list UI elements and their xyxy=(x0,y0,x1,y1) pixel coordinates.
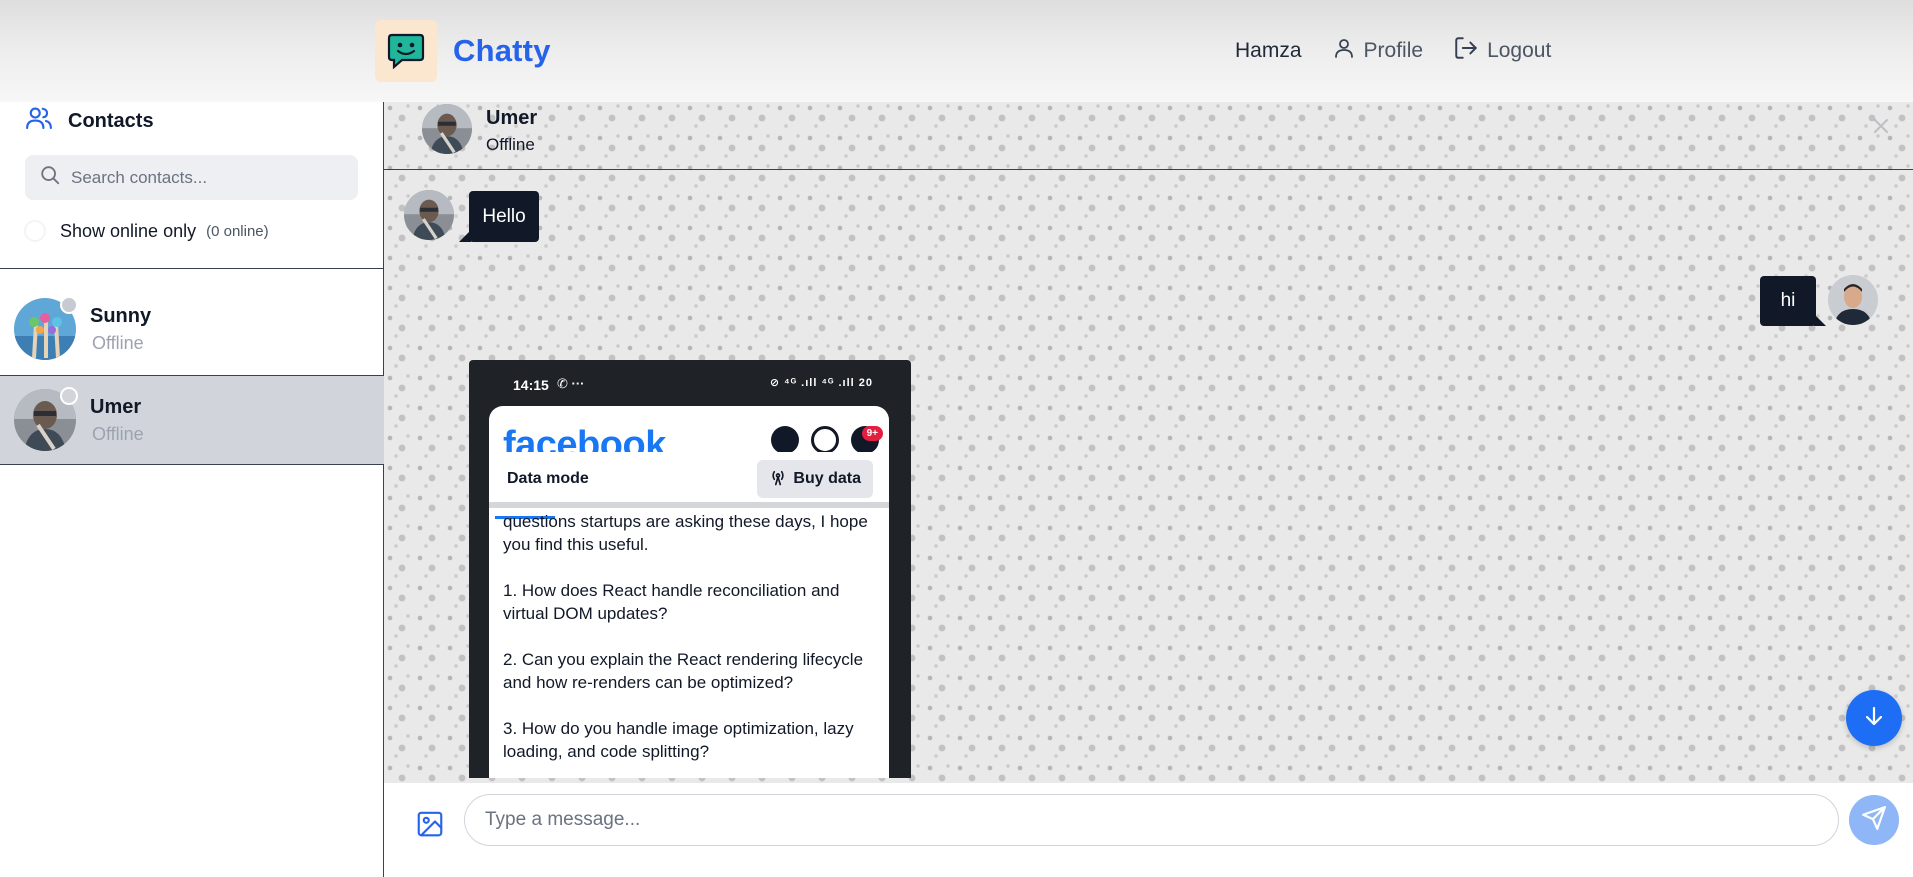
image-upload-icon[interactable] xyxy=(415,809,445,839)
online-only-checkbox[interactable] xyxy=(24,220,46,242)
phone-status-bar: 14:15 ✆ ··· ⊘ ⁴ᴳ .ıll ⁴ᴳ .ıll 20 xyxy=(489,372,889,400)
post-line: 3. How do you handle image optimization,… xyxy=(503,719,854,761)
logout-link[interactable]: Logout xyxy=(1453,35,1551,67)
status-indicator xyxy=(60,387,78,405)
message-composer xyxy=(384,783,1913,877)
current-username: Hamza xyxy=(1235,39,1302,62)
phone-time: 14:15 xyxy=(513,377,549,393)
contact-name: Sunny xyxy=(90,304,152,327)
contact-search[interactable] xyxy=(25,155,358,200)
phone-call-icon: ✆ ··· xyxy=(557,376,585,391)
status-indicator xyxy=(60,296,78,314)
data-mode-bar: Data mode Buy data xyxy=(489,452,889,508)
message-bubble-incoming: Hello xyxy=(459,191,539,242)
online-filter[interactable]: Show online only (0 online) xyxy=(24,220,269,242)
phone-screen: facebook 9+ Data mode Buy data questions… xyxy=(489,406,889,778)
post-text: questions startups are asking these days… xyxy=(503,510,883,778)
plus-icon xyxy=(771,426,799,454)
contact-item-umer[interactable]: Umer Offline xyxy=(0,375,384,465)
brand[interactable]: Chatty xyxy=(375,19,551,83)
phone-signal-icons: ⊘ ⁴ᴳ .ıll ⁴ᴳ .ıll 20 xyxy=(769,377,873,389)
top-navbar: Chatty Hamza Profile Logout xyxy=(0,0,1913,102)
search-icon xyxy=(39,164,61,191)
sidebar-divider xyxy=(0,268,384,269)
online-count: (0 online) xyxy=(206,222,269,240)
contact-status: Offline xyxy=(92,332,144,353)
avatar xyxy=(1828,275,1878,325)
search-icon xyxy=(811,426,839,454)
header-nav: Hamza Profile Logout xyxy=(1235,32,1551,70)
smiley-chat-icon xyxy=(375,20,437,82)
post-line: questions startups are asking these days… xyxy=(503,512,868,554)
contact-info: Sunny Offline xyxy=(90,305,151,354)
avatar xyxy=(404,190,454,240)
avatar xyxy=(422,104,472,154)
contacts-title: Contacts xyxy=(68,109,154,132)
scroll-to-bottom-button[interactable] xyxy=(1846,690,1902,746)
logout-label: Logout xyxy=(1487,39,1552,62)
logout-icon xyxy=(1453,35,1479,67)
data-mode-label: Data mode xyxy=(507,470,589,487)
contact-avatar-wrap xyxy=(14,387,78,451)
buy-data-label: Buy data xyxy=(793,470,861,487)
buy-data-button: Buy data xyxy=(757,460,873,498)
chat-panel: Umer Offline Hello hi 14:15 ✆ ··· ⊘ ⁴ᴳ .… xyxy=(384,102,1913,877)
contact-avatar-wrap xyxy=(14,296,78,360)
contact-info: Umer Offline xyxy=(90,396,144,445)
online-filter-label: Show online only xyxy=(60,220,197,241)
contacts-heading: Contacts xyxy=(24,103,154,139)
message-input[interactable] xyxy=(464,794,1839,846)
contact-status: Offline xyxy=(92,423,144,444)
contact-name: Umer xyxy=(90,395,142,418)
close-icon[interactable] xyxy=(1869,114,1893,138)
phone-screenshot: 14:15 ✆ ··· ⊘ ⁴ᴳ .ıll ⁴ᴳ .ıll 20 faceboo… xyxy=(489,360,889,778)
message-image-attachment[interactable]: 14:15 ✆ ··· ⊘ ⁴ᴳ .ıll ⁴ᴳ .ıll 20 faceboo… xyxy=(469,360,911,778)
user-icon xyxy=(1332,36,1356,66)
message-bubble-outgoing: hi xyxy=(1760,276,1826,326)
contact-item-sunny[interactable]: Sunny Offline xyxy=(0,284,384,374)
chat-header: Umer Offline xyxy=(384,102,1913,170)
send-icon xyxy=(1861,805,1887,836)
broadcast-icon xyxy=(769,468,787,491)
notification-badge: 9+ xyxy=(861,426,883,441)
contacts-sidebar: Contacts Show online only (0 online) xyxy=(0,102,384,877)
profile-link[interactable]: Profile xyxy=(1332,36,1424,66)
app-name: Chatty xyxy=(453,33,551,68)
search-input[interactable] xyxy=(71,167,341,188)
chat-contact-status: Offline xyxy=(486,135,535,154)
post-line: 1. How does React handle reconciliation … xyxy=(503,581,840,623)
send-button[interactable] xyxy=(1849,795,1899,845)
message-text: Hello xyxy=(482,205,526,227)
users-icon xyxy=(24,103,54,139)
chat-contact-name: Umer xyxy=(486,107,538,129)
arrow-down-icon xyxy=(1862,704,1886,733)
profile-label: Profile xyxy=(1363,39,1424,62)
post-line: 2. Can you explain the React rendering l… xyxy=(503,650,864,692)
message-text: hi xyxy=(1780,290,1796,311)
facebook-wordmark: facebook xyxy=(503,424,666,452)
